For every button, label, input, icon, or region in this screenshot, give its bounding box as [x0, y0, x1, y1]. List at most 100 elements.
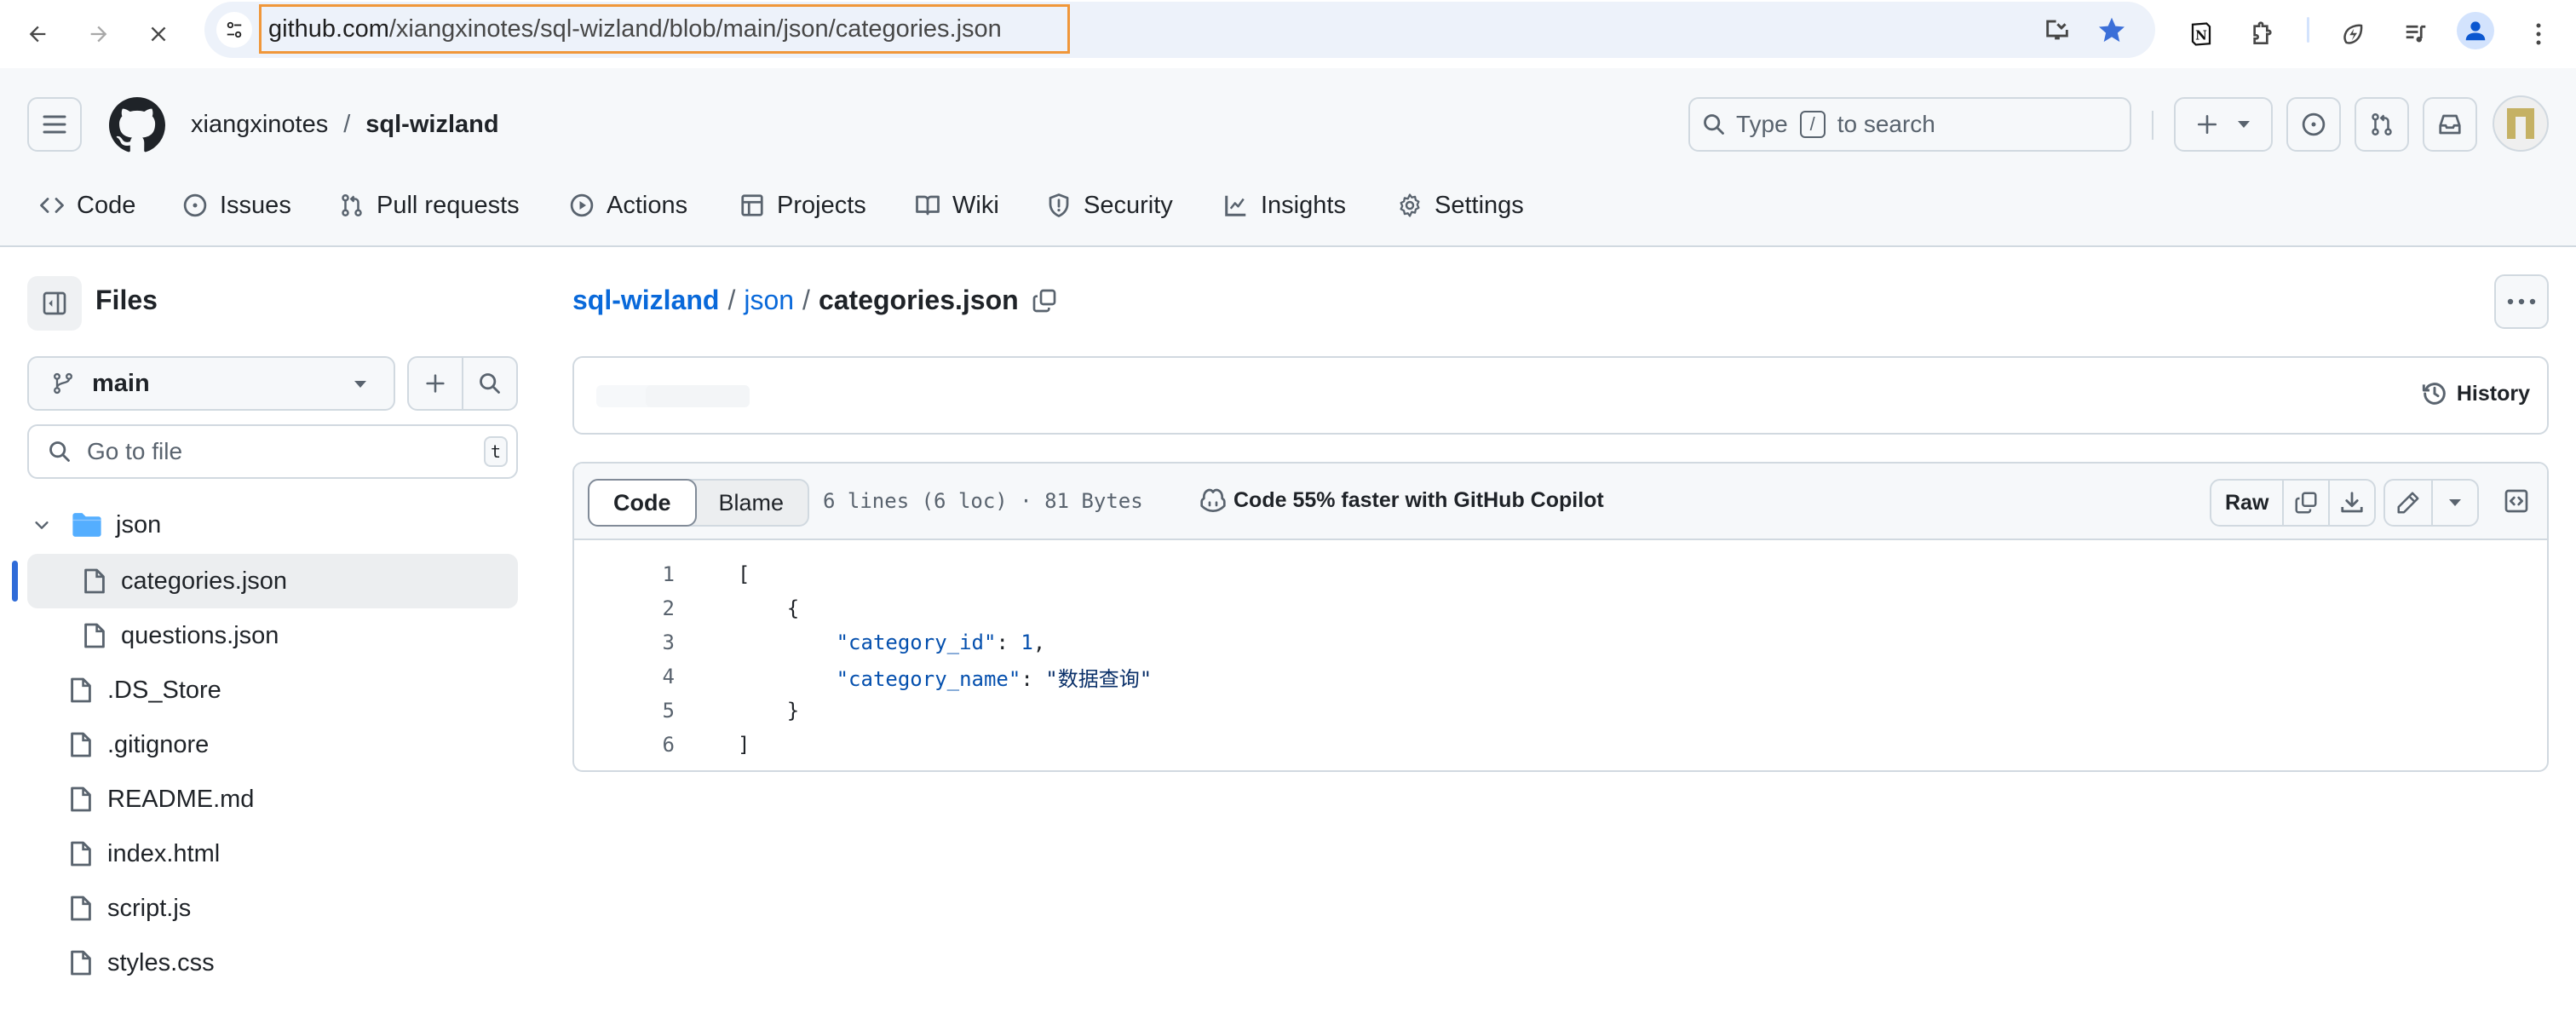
tab-actions[interactable]: Actions — [569, 179, 687, 232]
search-files-button[interactable] — [462, 358, 516, 409]
stop-loading-button[interactable] — [136, 12, 181, 56]
media-controls-button[interactable] — [2394, 12, 2438, 56]
tab-code[interactable]: Code — [39, 179, 135, 232]
profile-button[interactable] — [2457, 12, 2494, 49]
symbols-panel-button[interactable] — [2503, 487, 2530, 515]
leaf-extension[interactable] — [2331, 12, 2375, 56]
tree-file-gitignore[interactable]: .gitignore — [27, 717, 518, 772]
tree-file-styles-css[interactable]: styles.css — [27, 936, 518, 990]
copy-icon — [2295, 492, 2317, 514]
close-icon — [151, 26, 166, 42]
url-field[interactable]: github.com/xiangxinotes/sql-wizland/blob… — [259, 4, 1070, 54]
tree-file-readme[interactable]: README.md — [27, 772, 518, 827]
copilot-promo-link[interactable]: Code 55% faster with GitHub Copilot — [1199, 487, 1604, 513]
notion-icon: N — [2191, 22, 2211, 46]
search-icon — [480, 373, 500, 394]
global-search-input[interactable]: Type / to search — [1688, 97, 2131, 152]
bookmark-button[interactable] — [2094, 12, 2130, 48]
omnibox[interactable]: github.com/xiangxinotes/sql-wizland/blob… — [204, 2, 2155, 58]
copy-icon[interactable] — [1031, 287, 1058, 314]
collapse-file-tree-button[interactable] — [27, 276, 82, 331]
branch-selector[interactable]: main — [27, 356, 395, 411]
line-number[interactable]: 2 — [574, 596, 675, 620]
tab-issues[interactable]: Issues — [182, 179, 291, 232]
open-global-nav-button[interactable] — [27, 97, 82, 152]
file-icon — [71, 732, 91, 757]
line-number[interactable]: 4 — [574, 665, 675, 688]
tab-wiki[interactable]: Wiki — [915, 179, 999, 232]
tree-item-label: .gitignore — [107, 730, 210, 758]
branch-name: main — [92, 369, 150, 397]
tab-security-label: Security — [1084, 191, 1173, 219]
code-token: "category_name" — [836, 666, 1021, 691]
extensions-button[interactable] — [2240, 12, 2285, 56]
tree-folder-json[interactable]: json — [27, 498, 518, 552]
breadcrumb-dir-link[interactable]: json — [744, 285, 794, 316]
line-number[interactable]: 3 — [574, 631, 675, 654]
search-shortcut-key: / — [1799, 111, 1826, 138]
github-logo[interactable] — [109, 97, 165, 153]
tab-settings[interactable]: Settings — [1397, 179, 1524, 232]
inbox-icon — [2439, 114, 2461, 135]
breadcrumb-repo-link[interactable]: sql-wizland — [572, 285, 719, 316]
repo-name-link[interactable]: sql-wizland — [365, 111, 498, 139]
tree-item-label: README.md — [107, 785, 255, 813]
breadcrumb-separator: / — [727, 285, 736, 315]
code-token: , — [1032, 631, 1046, 654]
inbox-button[interactable] — [2423, 97, 2477, 152]
line-content: "category_id": 1, — [675, 631, 1046, 654]
browser-menu-button[interactable] — [2516, 12, 2561, 56]
download-raw-button[interactable] — [2328, 481, 2374, 525]
code-token: } — [786, 699, 800, 723]
notion-extension[interactable]: N — [2179, 12, 2223, 56]
tab-security[interactable]: Security — [1046, 179, 1173, 232]
tab-pull-requests[interactable]: Pull requests — [339, 179, 520, 232]
code-view-tab[interactable]: Code — [588, 479, 697, 527]
file-breadcrumb: sql-wizland / json / categories.json — [572, 285, 1058, 316]
raw-button[interactable]: Raw — [2211, 481, 2282, 525]
tree-item-label: categories.json — [121, 567, 288, 595]
tree-file-categories-json[interactable]: categories.json — [27, 554, 518, 608]
pencil-icon — [2397, 492, 2419, 514]
tab-projects[interactable]: Projects — [739, 179, 866, 232]
file-icon — [71, 950, 91, 976]
url-path: /xiangxinotes/sql-wizland/blob/main/json… — [388, 14, 1002, 43]
edit-options-dropdown[interactable] — [2431, 481, 2477, 525]
toolbar-divider — [2307, 17, 2309, 43]
tree-file-questions-json[interactable]: questions.json — [27, 608, 518, 663]
install-app-button[interactable] — [2039, 12, 2075, 48]
code-icon — [40, 198, 64, 213]
tab-insights[interactable]: Insights — [1223, 179, 1346, 232]
site-info-button[interactable] — [216, 12, 252, 48]
code-line: 3 "category_id": 1, — [574, 625, 2547, 659]
history-button[interactable]: History — [2421, 380, 2530, 407]
code-token: { — [786, 596, 800, 620]
tree-item-label: .DS_Store — [107, 676, 221, 704]
file-tree-actions — [407, 356, 518, 411]
create-new-button[interactable] — [2174, 97, 2273, 152]
history-label: History — [2456, 381, 2530, 406]
tree-file-ds-store[interactable]: .DS_Store — [27, 663, 518, 717]
more-options-button[interactable] — [2494, 274, 2549, 329]
user-avatar[interactable] — [2493, 95, 2549, 152]
tab-settings-label: Settings — [1435, 191, 1524, 219]
tree-file-script-js[interactable]: script.js — [27, 881, 518, 936]
forward-button[interactable] — [77, 12, 121, 56]
blame-view-tab[interactable]: Blame — [695, 481, 808, 525]
line-number[interactable]: 5 — [574, 699, 675, 723]
triangle-down-icon — [2238, 121, 2250, 128]
pull-requests-button[interactable] — [2355, 97, 2409, 152]
add-file-button[interactable] — [409, 358, 462, 409]
line-number[interactable]: 1 — [574, 562, 675, 586]
edit-file-button[interactable] — [2385, 481, 2431, 525]
go-to-file-input[interactable]: Go to file t — [27, 424, 518, 479]
repo-owner-link[interactable]: xiangxinotes — [191, 111, 328, 139]
install-app-icon — [2046, 19, 2068, 40]
code-line: 6] — [574, 728, 2547, 762]
copy-raw-button[interactable] — [2282, 481, 2328, 525]
tree-file-index-html[interactable]: index.html — [27, 827, 518, 881]
graph-icon — [1225, 195, 1246, 216]
line-number[interactable]: 6 — [574, 733, 675, 757]
issues-button[interactable] — [2286, 97, 2341, 152]
back-button[interactable] — [15, 12, 60, 56]
